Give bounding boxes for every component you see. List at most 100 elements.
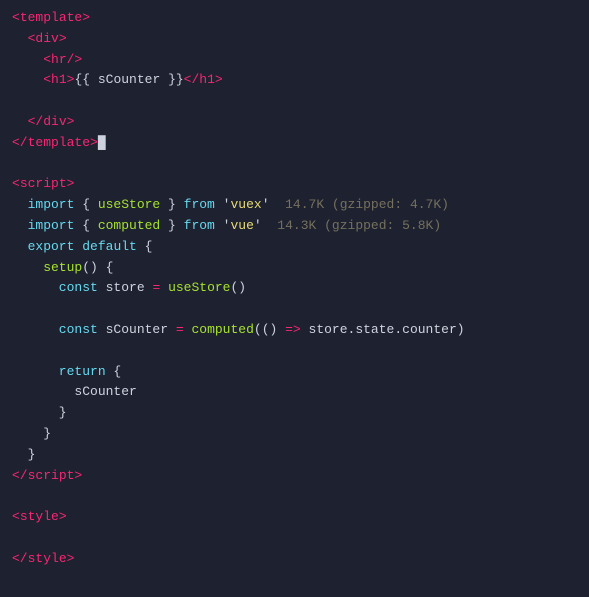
code-line: sCounter bbox=[0, 382, 589, 403]
code-line: return { bbox=[0, 362, 589, 383]
code-token: setup bbox=[12, 258, 82, 279]
code-token: </ bbox=[12, 549, 28, 570]
code-token: > bbox=[90, 133, 98, 154]
code-token: computed bbox=[98, 216, 160, 237]
code-line: </style> bbox=[0, 549, 589, 570]
code-token: 14.3K (gzipped: 5.8K) bbox=[262, 216, 441, 237]
code-line: const store = useStore() bbox=[0, 278, 589, 299]
code-line bbox=[0, 341, 589, 362]
code-token: from bbox=[184, 195, 215, 216]
code-token: vue bbox=[230, 216, 253, 237]
code-line: <hr/> bbox=[0, 50, 589, 71]
code-token bbox=[160, 278, 168, 299]
code-token bbox=[184, 320, 192, 341]
code-token: export bbox=[12, 237, 74, 258]
code-token: < bbox=[12, 50, 51, 71]
code-token: ) bbox=[457, 320, 465, 341]
code-token: computed bbox=[191, 320, 253, 341]
code-token: > bbox=[82, 8, 90, 29]
code-token: store bbox=[98, 278, 153, 299]
code-token: /> bbox=[67, 50, 83, 71]
code-token: import bbox=[12, 216, 74, 237]
code-token: > bbox=[67, 112, 75, 133]
code-line: </div> bbox=[0, 112, 589, 133]
code-token: const bbox=[12, 278, 98, 299]
code-token: </ bbox=[12, 133, 28, 154]
code-token: ' bbox=[254, 216, 262, 237]
code-line: <div> bbox=[0, 29, 589, 50]
code-token: > bbox=[74, 466, 82, 487]
code-token: vuex bbox=[230, 195, 261, 216]
code-token: } bbox=[160, 216, 183, 237]
code-token: 14.7K (gzipped: 4.7K) bbox=[270, 195, 449, 216]
code-token: > bbox=[59, 29, 67, 50]
code-token: return bbox=[12, 362, 106, 383]
code-line bbox=[0, 299, 589, 320]
code-token: sCounter bbox=[12, 382, 137, 403]
code-line: export default { bbox=[0, 237, 589, 258]
code-token: < bbox=[12, 29, 35, 50]
code-token: } bbox=[12, 403, 67, 424]
code-token: } bbox=[160, 195, 183, 216]
code-token: > bbox=[67, 70, 75, 91]
code-token: {{ bbox=[74, 70, 97, 91]
code-token: > bbox=[215, 70, 223, 91]
code-token: h1 bbox=[51, 70, 67, 91]
code-line: <script> bbox=[0, 174, 589, 195]
code-token: import bbox=[12, 195, 74, 216]
code-editor: <template> <div> <hr/> <h1>{{ sCounter }… bbox=[0, 0, 589, 597]
code-line: <h1>{{ sCounter }}</h1> bbox=[0, 70, 589, 91]
code-line bbox=[0, 486, 589, 507]
code-token: { bbox=[74, 195, 97, 216]
code-line: } bbox=[0, 403, 589, 424]
code-token: } bbox=[12, 445, 35, 466]
code-token: </ bbox=[184, 70, 200, 91]
code-token: div bbox=[35, 29, 58, 50]
code-token: const bbox=[12, 320, 98, 341]
code-token: < bbox=[12, 8, 20, 29]
code-token: script bbox=[20, 174, 67, 195]
code-token: counter bbox=[402, 320, 457, 341]
code-line bbox=[0, 91, 589, 112]
code-token: ' bbox=[262, 195, 270, 216]
code-token: useStore bbox=[98, 195, 160, 216]
code-token: () bbox=[230, 278, 246, 299]
code-line: } bbox=[0, 445, 589, 466]
code-token: }} bbox=[160, 70, 183, 91]
code-token bbox=[74, 237, 82, 258]
code-token: useStore bbox=[168, 278, 230, 299]
code-line bbox=[0, 154, 589, 175]
code-token: < bbox=[12, 507, 20, 528]
code-token: █ bbox=[98, 133, 106, 154]
code-token: store. bbox=[301, 320, 356, 341]
code-token: () { bbox=[82, 258, 113, 279]
code-token: sCounter bbox=[98, 320, 176, 341]
code-line: } bbox=[0, 424, 589, 445]
code-token: template bbox=[20, 8, 82, 29]
code-token: . bbox=[394, 320, 402, 341]
code-token: style bbox=[28, 549, 67, 570]
code-token: { bbox=[106, 362, 122, 383]
code-token: template bbox=[28, 133, 90, 154]
code-token: => bbox=[285, 320, 301, 341]
code-token: ' bbox=[215, 216, 231, 237]
code-token: = bbox=[152, 278, 160, 299]
code-token: = bbox=[176, 320, 184, 341]
code-line: </script> bbox=[0, 466, 589, 487]
code-token: < bbox=[12, 174, 20, 195]
code-token: ' bbox=[215, 195, 231, 216]
code-line: const sCounter = computed(() => store.st… bbox=[0, 320, 589, 341]
code-token: default bbox=[82, 237, 137, 258]
code-token: < bbox=[12, 70, 51, 91]
code-token: sCounter bbox=[98, 70, 160, 91]
code-token: state bbox=[355, 320, 394, 341]
code-token: { bbox=[74, 216, 97, 237]
code-line: <style> bbox=[0, 507, 589, 528]
code-token: { bbox=[137, 237, 153, 258]
code-line: </template>█ bbox=[0, 133, 589, 154]
code-token: (() bbox=[254, 320, 285, 341]
code-line: setup() { bbox=[0, 258, 589, 279]
code-line: import { useStore } from 'vuex' 14.7K (g… bbox=[0, 195, 589, 216]
code-token: </ bbox=[12, 112, 43, 133]
code-token: script bbox=[28, 466, 75, 487]
